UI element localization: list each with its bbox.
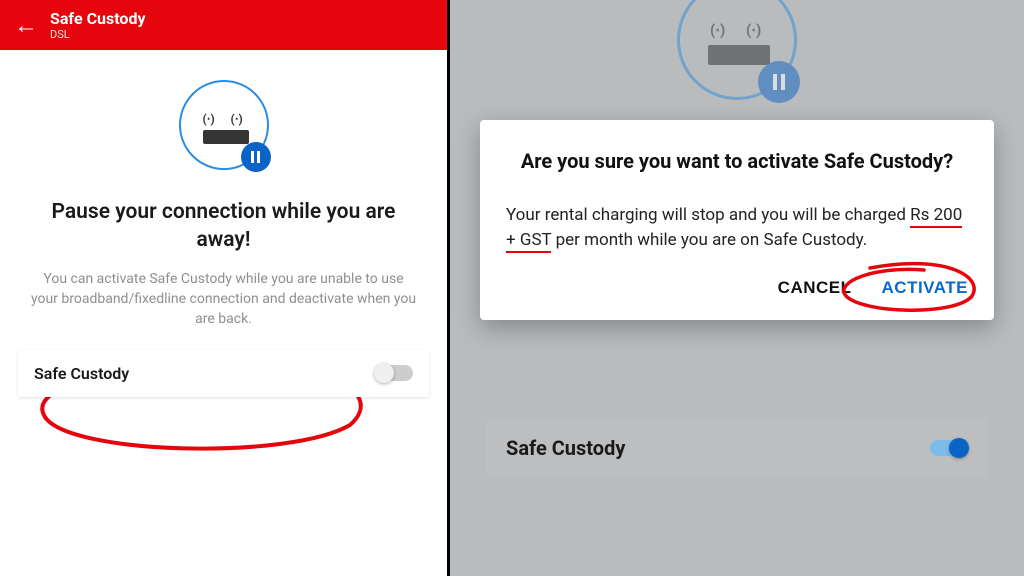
pause-badge-icon (241, 142, 271, 172)
router-illustration-dimmed: (⋅) (⋅) (450, 0, 1024, 100)
antenna-icon: (⋅) (203, 112, 215, 126)
safe-custody-switch[interactable] (375, 365, 413, 381)
activate-confirm-dialog: Are you sure you want to activate Safe C… (480, 120, 994, 320)
antenna-icon: (⋅) (231, 112, 243, 126)
switch-knob-icon (949, 438, 969, 458)
router-circle-icon: (⋅) (⋅) (677, 0, 797, 100)
dialog-body-pre: Your rental charging will stop and you w… (506, 205, 910, 225)
dialog-body-post: per month while you are on Safe Custody. (551, 230, 867, 250)
router-body-icon (708, 45, 770, 65)
dialog-actions: CANCEL ACTIVATE (506, 278, 968, 298)
router-body-icon (203, 130, 249, 144)
hero-title: Pause your connection while you are away… (28, 198, 419, 255)
dialog-body: Your rental charging will stop and you w… (506, 203, 968, 252)
safe-custody-screen: ← Safe Custody DSL (⋅) (⋅) Pause your co… (0, 0, 450, 576)
router-circle-icon: (⋅) (⋅) (179, 80, 269, 170)
pause-badge-icon (758, 61, 800, 103)
safe-custody-toggle-card[interactable]: Safe Custody (18, 350, 429, 397)
switch-knob-icon (374, 363, 394, 383)
page-title: Safe Custody (50, 9, 146, 28)
antenna-icon: (⋅) (746, 21, 761, 39)
toggle-label: Safe Custody (34, 364, 129, 383)
safe-custody-switch-on (930, 440, 968, 456)
dialog-title: Are you sure you want to activate Safe C… (506, 148, 968, 175)
safe-custody-toggle-card-dimmed: Safe Custody (486, 418, 988, 478)
cancel-button[interactable]: CANCEL (778, 278, 852, 298)
app-header: ← Safe Custody DSL (0, 0, 447, 50)
toggle-label: Safe Custody (506, 436, 625, 460)
router-illustration: (⋅) (⋅) (0, 80, 447, 170)
hero-description: You can activate Safe Custody while you … (30, 269, 417, 330)
activate-button[interactable]: ACTIVATE (882, 278, 968, 298)
back-icon[interactable]: ← (14, 13, 38, 37)
header-titles: Safe Custody DSL (50, 9, 146, 41)
page-subtitle: DSL (50, 28, 146, 41)
antenna-icon: (⋅) (710, 21, 725, 39)
confirm-dialog-screen: (⋅) (⋅) Safe Custody Are you sure you wa… (450, 0, 1024, 576)
